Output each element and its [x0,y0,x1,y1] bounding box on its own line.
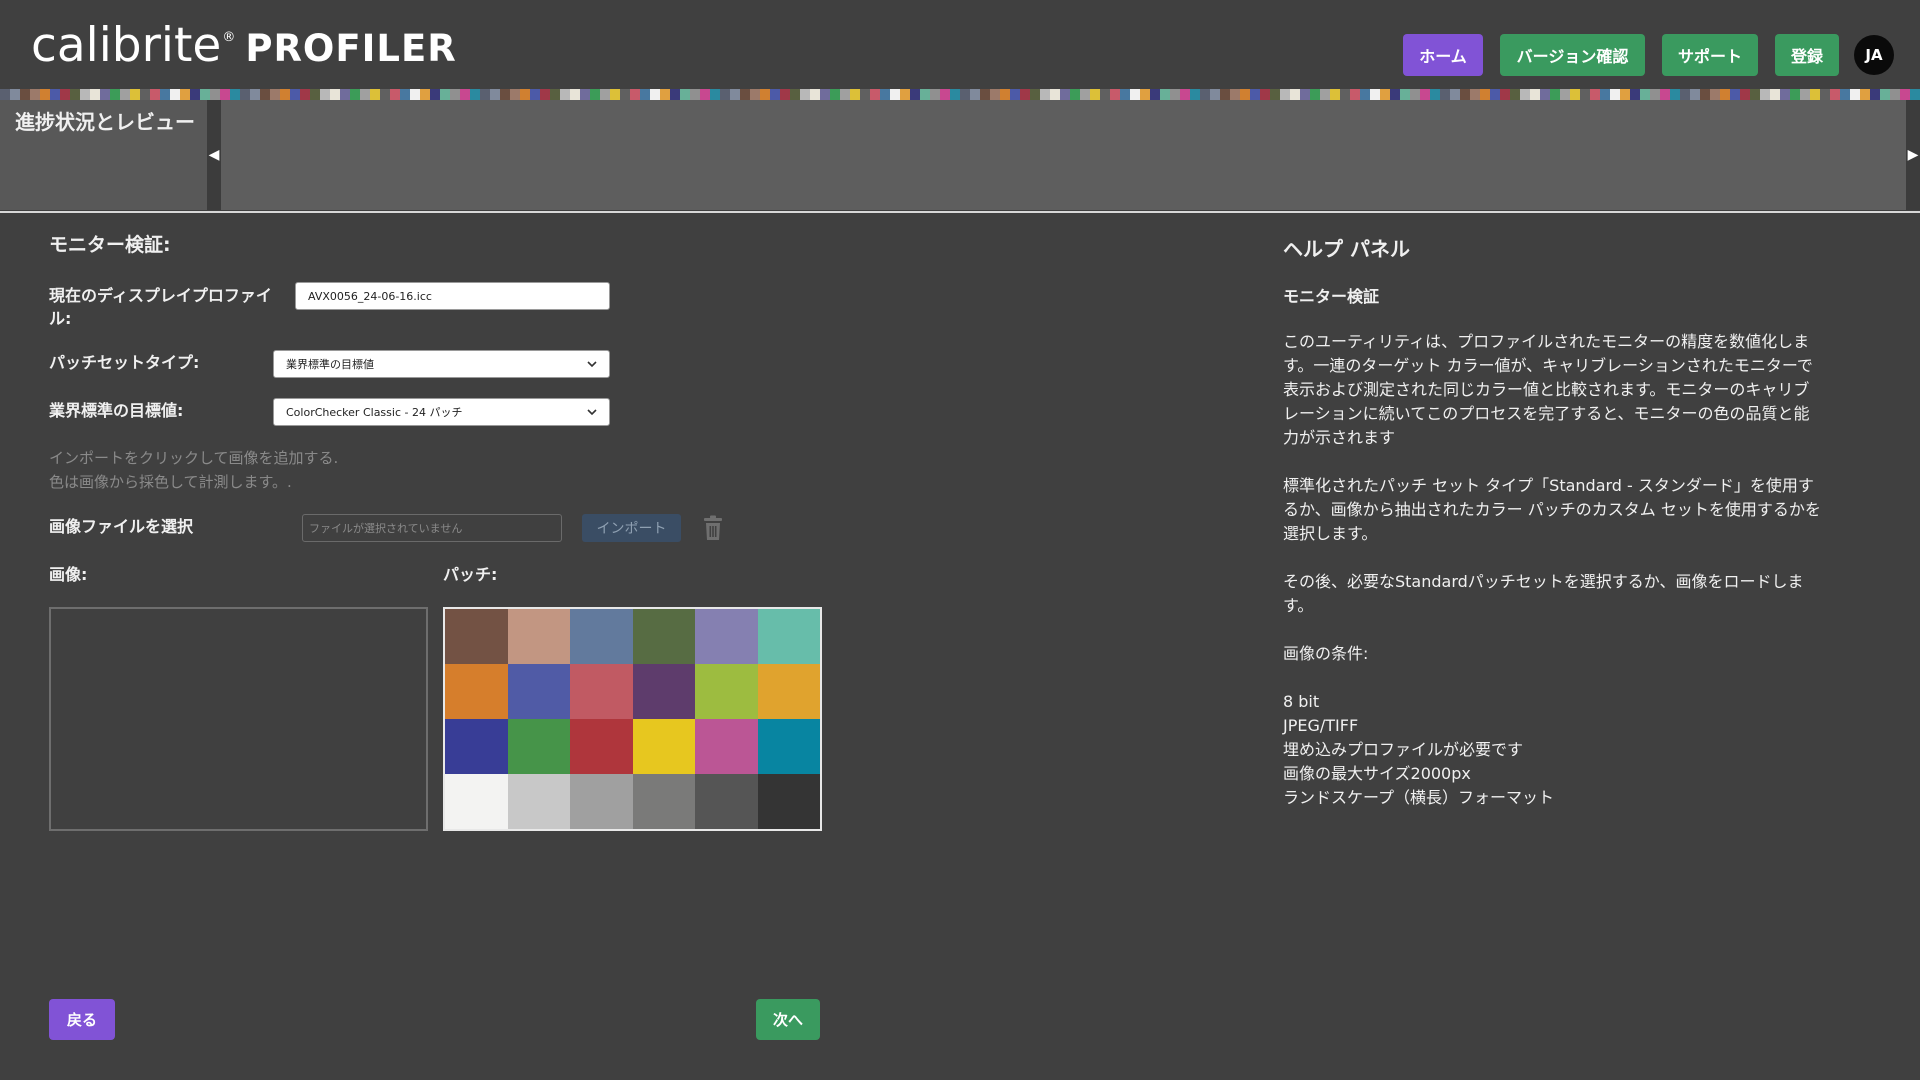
progress-band: 進捗状況とレビュー ◀ ▶ [0,100,1920,210]
color-patch-strip [0,89,1920,100]
support-button[interactable]: サポート [1662,34,1758,76]
help-paragraph: その後、必要なStandardパッチセットを選択するか、画像をロードします。 [1283,572,1804,615]
color-patch [445,719,508,774]
requirement-item: 8 bit [1283,692,1320,711]
color-patch [632,609,695,664]
import-hint-line: 色は画像から採色して計測します。. [49,473,292,491]
chevron-down-icon [587,406,597,419]
image-preview [49,607,428,831]
color-patch [507,774,570,829]
standard-targets-select[interactable]: ColorChecker Classic - 24 パッチ [273,398,610,426]
trash-icon[interactable] [702,515,724,541]
color-patch [757,609,820,664]
image-file-input[interactable]: ファイルが選択されていません [302,514,562,542]
color-patch [570,609,633,664]
requirement-item: JPEG/TIFF [1283,716,1359,735]
scroll-right-arrow-icon[interactable]: ▶ [1906,100,1920,210]
color-patch [445,774,508,829]
standard-targets-value: ColorChecker Classic - 24 パッチ [286,406,463,419]
patch-set-type-label: パッチセットタイプ: [49,353,200,372]
color-patch [445,609,508,664]
progress-track [221,100,1906,210]
patches-label: パッチ: [443,565,498,584]
image-file-placeholder: ファイルが選択されていません [309,522,463,535]
help-panel-subtitle: モニター検証 [1283,287,1380,306]
standard-targets-label: 業界標準の目標値: [49,401,184,420]
image-label: 画像: [49,565,88,584]
requirement-item: 埋め込みプロファイルが必要です [1283,740,1524,759]
requirements-list: 8 bit JPEG/TIFF 埋め込みプロファイルが必要です 画像の最大サイズ… [1283,690,1823,810]
requirements-title: 画像の条件: [1283,644,1369,663]
logo-registered-mark: ® [222,30,236,45]
logo-brand: calibrite [31,18,222,73]
help-paragraph: このユーティリティは、プロファイルされたモニターの精度を数値化します。一連のター… [1283,332,1813,447]
import-hint: インポートをクリックして画像を追加する. 色は画像から採色して計測します。. [49,446,338,494]
color-patch [632,774,695,829]
version-check-button[interactable]: バージョン確認 [1500,34,1645,76]
requirement-item: ランドスケープ（横長）フォーマット [1283,788,1555,807]
color-patch [570,664,633,719]
color-patch [757,774,820,829]
divider [0,211,1920,213]
calibrite-logo[interactable]: calibrite ® PROFILER [31,18,457,73]
color-patch [757,664,820,719]
patch-set-type-value: 業界標準の目標値 [286,358,374,371]
back-button[interactable]: 戻る [49,999,115,1040]
help-paragraph: 標準化されたパッチ セット タイプ「Standard - スタンダード」を使用す… [1283,476,1821,543]
color-patch [695,609,758,664]
display-profile-value: AVX0056_24-06-16.icc [308,289,432,303]
color-patch [695,774,758,829]
display-profile-field[interactable]: AVX0056_24-06-16.icc [295,282,610,310]
logo-product: PROFILER [245,27,457,70]
color-patch [507,719,570,774]
import-hint-line: インポートをクリックして画像を追加する. [49,449,339,467]
scroll-left-arrow-icon[interactable]: ◀ [207,100,221,210]
register-button[interactable]: 登録 [1775,34,1839,76]
display-profile-label: 現在のディスプレイプロファイル: [49,286,272,328]
chevron-down-icon [587,358,597,371]
patch-grid [443,607,822,831]
color-patch [445,664,508,719]
requirement-item: 画像の最大サイズ2000px [1283,764,1471,783]
section-title: モニター検証: [49,234,171,256]
language-avatar[interactable]: JA [1854,35,1894,75]
progress-label-panel: 進捗状況とレビュー [0,100,207,210]
image-file-label: 画像ファイルを選択 [49,517,194,536]
top-nav: ホーム バージョン確認 サポート 登録 JA [1403,34,1894,76]
next-button[interactable]: 次へ [756,999,820,1040]
color-patch [632,664,695,719]
color-patch [695,664,758,719]
color-patch [695,719,758,774]
color-patch [507,664,570,719]
color-patch [570,719,633,774]
import-button[interactable]: インポート [582,514,681,542]
color-patch [757,719,820,774]
app-header: calibrite ® PROFILER ホーム バージョン確認 サポート 登録… [0,0,1920,89]
color-patch [570,774,633,829]
help-panel-title: ヘルプ パネル [1283,237,1410,261]
color-patch [507,609,570,664]
patch-set-type-select[interactable]: 業界標準の目標値 [273,350,610,378]
progress-title: 進捗状況とレビュー [15,110,195,134]
home-button[interactable]: ホーム [1403,34,1483,76]
color-patch [632,719,695,774]
